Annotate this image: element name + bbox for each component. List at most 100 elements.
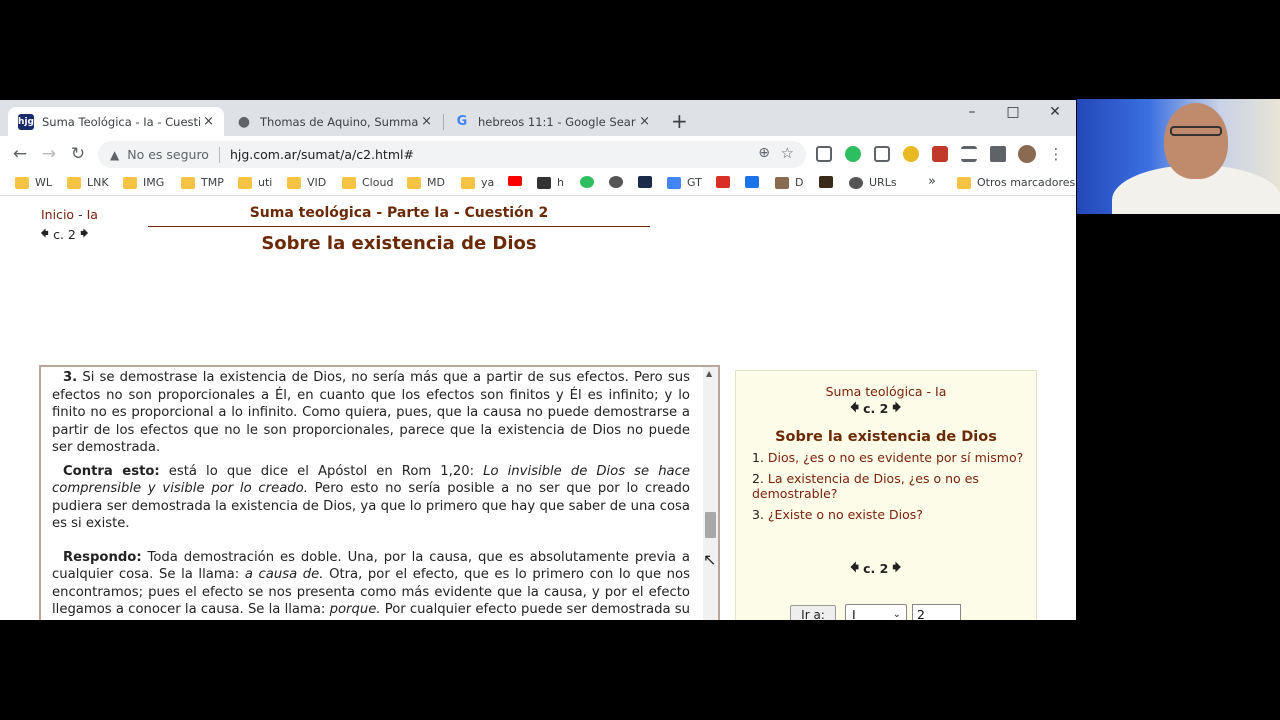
tab-label: Thomas de Aquino, Summa Theologiae [260, 114, 418, 129]
prev-arrow-icon[interactable]: 🠸 [40, 225, 49, 243]
close-tab-icon[interactable]: × [639, 114, 650, 129]
bookmark-b[interactable] [745, 176, 765, 188]
article-link[interactable]: La existencia de Dios, ¿es o no es demos… [752, 471, 979, 501]
folder-icon [238, 176, 252, 189]
paragraph-label: Contra esto: [63, 463, 160, 479]
prev-arrow-icon[interactable]: 🠸 [850, 559, 859, 577]
close-tab-icon[interactable]: × [421, 114, 432, 129]
breadcrumb-home-link[interactable]: Inicio [41, 207, 74, 222]
next-arrow-icon[interactable]: 🠺 [892, 559, 901, 577]
bookmark-folder-vid[interactable]: VID [287, 176, 326, 189]
paragraph-number: 3. [63, 370, 78, 385]
maximize-icon[interactable]: □ [998, 104, 1028, 120]
chapter-nav-side-bottom: 🠸 c. 2 🠺 [850, 559, 901, 577]
bookmark-evernote[interactable] [580, 176, 600, 188]
profile-avatar[interactable] [1018, 145, 1036, 163]
bookmark-hex[interactable] [638, 176, 658, 188]
other-bookmarks[interactable]: Otros marcadores [957, 176, 1075, 189]
translate-icon [667, 176, 681, 189]
article-frame[interactable]: 3. Si se demostrase la existencia de Dio… [39, 365, 720, 620]
next-arrow-icon[interactable]: 🠺 [892, 399, 901, 417]
globe-icon: ● [237, 113, 251, 130]
bookmark-label: Otros marcadores [977, 176, 1076, 189]
chapter-nav-top: 🠸 c. 2 🠺 [40, 225, 89, 243]
bookmark-urls[interactable]: URLs [849, 176, 897, 189]
next-arrow-icon[interactable]: 🠺 [80, 225, 89, 243]
tab-suma-teologica[interactable]: hjg Suma Teológica - Ia - Cuestión 2 × [8, 107, 224, 136]
chapter-label: c. 2 [863, 400, 889, 416]
warning-icon[interactable]: ▲ [110, 148, 119, 162]
bookmark-folder-wl[interactable]: WL [15, 176, 52, 189]
zoom-icon[interactable]: ⊕ [758, 145, 770, 161]
folder-icon [342, 176, 356, 189]
minimize-icon[interactable]: – [957, 104, 987, 120]
bookmark-folder-tmp[interactable]: TMP [181, 176, 224, 189]
k-icon [819, 176, 833, 188]
bookmark-globe[interactable] [609, 176, 629, 188]
menu-kebab-icon[interactable]: ⋮ [1046, 144, 1066, 164]
tab-google-search[interactable]: G hebreos 11:1 - Google Search × [444, 107, 660, 136]
article-list-item: 2. La existencia de Dios, ¿es o no es de… [752, 471, 1032, 501]
prev-arrow-icon[interactable]: 🠸 [850, 399, 859, 417]
bookmarks-overflow-icon[interactable]: » [928, 174, 936, 189]
calendar-icon [716, 176, 730, 188]
bookmark-folder-ya[interactable]: ya [461, 176, 494, 189]
tab-thomas-de-aquino[interactable]: ● Thomas de Aquino, Summa Theologiae × [226, 107, 442, 136]
part-select[interactable]: I ⌄ [845, 604, 907, 620]
scroll-up-icon[interactable]: ▲ [706, 369, 712, 378]
bookmark-calendar[interactable] [716, 176, 736, 188]
bookmark-folder-uti[interactable]: uti [238, 176, 272, 189]
bookmark-h[interactable]: h [537, 176, 564, 189]
globe-icon [609, 176, 623, 188]
respondo-paragraph: Respondo: Toda demostración es doble. Un… [52, 549, 690, 621]
goto-button[interactable]: Ir a: [790, 605, 836, 620]
bookmark-youtube[interactable] [508, 176, 528, 186]
paragraph-label: Respondo: [63, 549, 142, 565]
article-scrollbar[interactable]: ▲ ▼ [703, 367, 718, 620]
megaphone-icon[interactable] [932, 146, 948, 162]
part-select-value: I [852, 607, 856, 620]
bookmark-folder-lnk[interactable]: LNK [67, 176, 109, 189]
url-text[interactable]: hjg.com.ar/sumat/a/c2.html# [230, 147, 414, 162]
bookmark-folder-cloud[interactable]: Cloud [342, 176, 393, 189]
bookmark-star-icon[interactable]: ☆ [781, 144, 794, 162]
back-icon[interactable]: ← [10, 144, 30, 164]
paragraph-text: Si se demostrase la existencia de Dios, … [52, 370, 690, 455]
breadcrumb: Inicio - Ia [41, 207, 98, 222]
bookmark-label: Cloud [362, 176, 394, 189]
mouse-cursor-icon: ↖ [703, 550, 717, 569]
wiki-extension-icon[interactable] [903, 146, 919, 162]
scroll-thumb[interactable] [705, 512, 716, 538]
reload-icon[interactable]: ↻ [68, 144, 88, 164]
bookmark-d[interactable]: D [775, 176, 803, 189]
breadcrumb-part-link[interactable]: Ia [87, 207, 98, 222]
close-window-icon[interactable]: ✕ [1040, 104, 1070, 120]
article-list-item: 3. ¿Existe o no existe Dios? [752, 507, 1032, 522]
bookmark-folder-md[interactable]: MD [407, 176, 445, 189]
article-link[interactable]: ¿Existe o no existe Dios? [768, 507, 923, 522]
evernote-icon[interactable] [845, 146, 861, 162]
sidebox-heading: Sobre la existencia de Dios [775, 429, 997, 445]
extensions-puzzle-icon[interactable] [990, 146, 1006, 162]
reader-icon[interactable] [961, 146, 977, 162]
bookmark-label: VID [307, 176, 327, 189]
emphasis-text: a causa de. [244, 567, 324, 582]
security-label[interactable]: No es seguro [127, 147, 209, 162]
folder-icon [461, 176, 475, 189]
new-tab-button[interactable]: + [671, 110, 688, 132]
bookmark-folder-img[interactable]: IMG [123, 176, 164, 189]
bookmark-gt[interactable]: GT [667, 176, 702, 189]
question-number-input[interactable]: 2 [912, 604, 961, 620]
forward-icon[interactable]: → [39, 144, 59, 164]
sidebox-title-link[interactable]: Suma teológica - Ia [736, 384, 1036, 399]
photo-icon [775, 176, 789, 189]
capture-icon[interactable] [874, 146, 890, 162]
bookmark-label: ya [481, 176, 495, 189]
item-number: 3. [752, 507, 764, 522]
address-bar[interactable]: ▲ No es seguro hjg.com.ar/sumat/a/c2.htm… [98, 141, 806, 168]
article-link[interactable]: Dios, ¿es o no es evidente por sí mismo? [768, 450, 1023, 465]
close-tab-icon[interactable]: × [203, 114, 214, 129]
bookmark-label: uti [258, 176, 273, 189]
bookmark-k[interactable] [819, 176, 839, 188]
pocket-icon[interactable] [816, 146, 832, 162]
